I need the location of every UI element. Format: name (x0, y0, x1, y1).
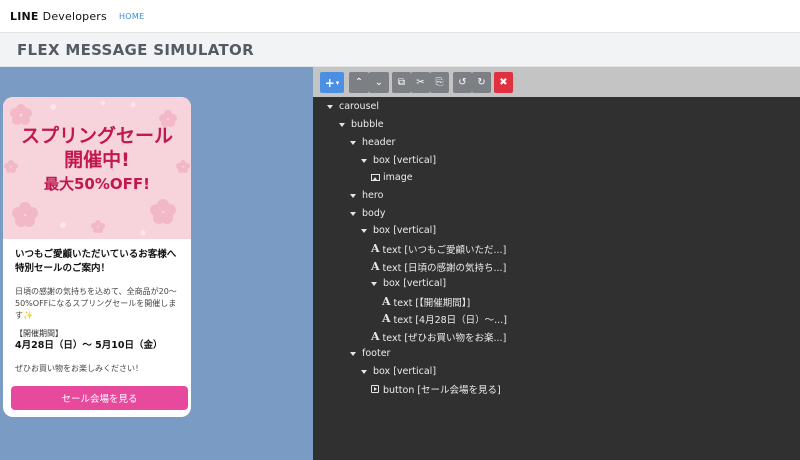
tree-node-body-box[interactable]: box [vertical] (361, 222, 436, 239)
redo-icon: ↻ (477, 77, 486, 88)
node-label: footer (362, 348, 391, 359)
node-label: header (362, 137, 396, 148)
node-label: text [4月28日（日）〜...] (393, 314, 507, 326)
chevron-down-icon: ⌄ (374, 77, 384, 88)
page-title: FLEX MESSAGE SIMULATOR (17, 40, 254, 59)
bubble-body: いつもご愛顧いただいているお客様へ特別セールのご案内！ 日頃の感謝の気持ちを込め… (3, 239, 191, 375)
logo-main: LINE (10, 9, 39, 23)
caret-down-icon (361, 228, 367, 233)
tree-node-carousel[interactable]: carousel (327, 98, 379, 115)
node-label: body (362, 208, 386, 219)
copy-icon: ⧉ (397, 77, 406, 88)
tree-node-body[interactable]: body (350, 205, 386, 222)
line-developers-logo[interactable]: LINE Developers (10, 10, 107, 23)
text-icon: A (371, 242, 380, 255)
hero-text: スプリングセール 開催中! 最大50%OFF! (3, 125, 191, 196)
period-dates: 4月28日（日）〜 5月10日（金） (15, 340, 163, 351)
move-down-button[interactable]: ⌄ (369, 72, 389, 93)
node-label: box [vertical] (373, 155, 437, 166)
paste-icon: ⎘ (435, 77, 444, 88)
move-up-button[interactable]: ⌃ (349, 72, 369, 93)
delete-button[interactable]: ✖ (494, 72, 513, 93)
hero-image: スプリングセール 開催中! 最大50%OFF! (3, 97, 191, 239)
scissors-icon: ✂ (416, 77, 425, 88)
cut-button[interactable]: ✂ (411, 72, 430, 93)
node-label: box [vertical] (373, 225, 437, 236)
preview-pane: スプリングセール 開催中! 最大50%OFF! いつもご愛顧いただいているお客様… (0, 67, 313, 460)
tree-node-header-box[interactable]: box [vertical] (361, 152, 436, 169)
tree-node-footer[interactable]: footer (350, 345, 390, 362)
flex-bubble-preview: スプリングセール 開催中! 最大50%OFF! いつもご愛顧いただいているお客様… (3, 97, 191, 417)
caret-down-icon (339, 122, 345, 127)
undo-icon: ↺ (458, 77, 467, 88)
body-note: ぜひお買い物をお楽しみください！ (15, 364, 143, 373)
text-icon: A (371, 260, 380, 273)
caret-down-icon (361, 369, 367, 374)
undo-button[interactable]: ↺ (453, 72, 472, 93)
component-tree: carousel bubble header box [vertical] im… (313, 97, 800, 460)
tree-node-inner-box[interactable]: box [vertical] (371, 275, 446, 292)
tree-node-bubble[interactable]: bubble (339, 116, 384, 133)
node-label: carousel (339, 101, 380, 112)
title-bar: FLEX MESSAGE SIMULATOR (0, 32, 800, 67)
hero-line-2: 開催中! (64, 149, 130, 171)
chevron-down-icon: ▾ (335, 78, 340, 87)
caret-down-icon (350, 193, 356, 198)
image-icon (371, 174, 380, 181)
caret-down-icon (327, 104, 333, 109)
editor-toolbar: + ▾ ⌃ ⌄ ⧉ ✂ ⎘ ↺ ↻ ✖ (313, 67, 800, 97)
caret-down-icon (371, 281, 377, 286)
tree-node-text-4[interactable]: Atext [4月28日（日）〜...] (382, 310, 507, 327)
plus-icon: + (324, 75, 335, 90)
body-title: いつもご愛顧いただいているお客様へ特別セールのご案内！ (15, 249, 177, 274)
home-link[interactable]: HOME (119, 12, 144, 21)
add-component-button[interactable]: + ▾ (320, 72, 344, 93)
hero-line-3: 最大50%OFF! (44, 175, 150, 193)
tree-node-button[interactable]: button [セール会場を見る] (371, 380, 501, 397)
tree-node-image[interactable]: image (371, 169, 413, 186)
node-label: bubble (351, 119, 384, 130)
caret-down-icon (350, 351, 356, 356)
top-nav: LINE Developers HOME (0, 0, 800, 32)
redo-button[interactable]: ↻ (472, 72, 491, 93)
tree-node-text-5[interactable]: Atext [ぜひお買い物をお楽...] (371, 328, 506, 345)
tree-node-header[interactable]: header (350, 134, 395, 151)
caret-down-icon (350, 211, 356, 216)
node-label: box [vertical] (383, 278, 447, 289)
node-label: text [いつもご愛顧いただ...] (382, 244, 507, 256)
body-description: 日頃の感謝の気持ちを込めて、全商品が20〜50%OFFになるスプリングセールを開… (15, 286, 180, 322)
tree-node-text-1[interactable]: Atext [いつもご愛顧いただ...] (371, 240, 506, 257)
close-icon: ✖ (499, 77, 508, 88)
editor-pane: + ▾ ⌃ ⌄ ⧉ ✂ ⎘ ↺ ↻ ✖ carousel bubble heade… (313, 67, 800, 460)
logo-sub: Developers (42, 9, 107, 23)
copy-button[interactable]: ⧉ (392, 72, 411, 93)
text-icon: A (382, 312, 391, 325)
button-icon (371, 384, 379, 393)
text-icon: A (382, 295, 391, 308)
node-label: text [日頃の感謝の気持ち...] (382, 262, 507, 274)
tree-node-text-2[interactable]: Atext [日頃の感謝の気持ち...] (371, 258, 506, 275)
node-label: hero (362, 190, 384, 201)
period-label: 【開催期間】 (15, 329, 63, 338)
hero-line-1: スプリングセール (20, 125, 173, 147)
caret-down-icon (361, 158, 367, 163)
chevron-up-icon: ⌃ (354, 77, 364, 88)
body-description-text: 日頃の感謝の気持ちを込めて、全商品が20〜50%OFFになるスプリングセールを開… (15, 287, 177, 320)
paste-button[interactable]: ⎘ (430, 72, 449, 93)
tree-node-hero[interactable]: hero (350, 187, 383, 204)
node-label: box [vertical] (373, 366, 437, 377)
node-label: text [ぜひお買い物をお楽...] (382, 332, 507, 344)
sparkle-icon: ✨ (23, 311, 33, 320)
sale-site-button[interactable]: セール会場を見る (11, 386, 188, 410)
tree-node-footer-box[interactable]: box [vertical] (361, 363, 436, 380)
node-label: button [セール会場を見る] (383, 384, 501, 396)
caret-down-icon (350, 140, 356, 145)
text-icon: A (371, 330, 380, 343)
tree-node-text-3[interactable]: Atext [【開催期間】] (382, 293, 470, 310)
node-label: image (383, 172, 413, 183)
node-label: text [【開催期間】] (393, 297, 471, 309)
